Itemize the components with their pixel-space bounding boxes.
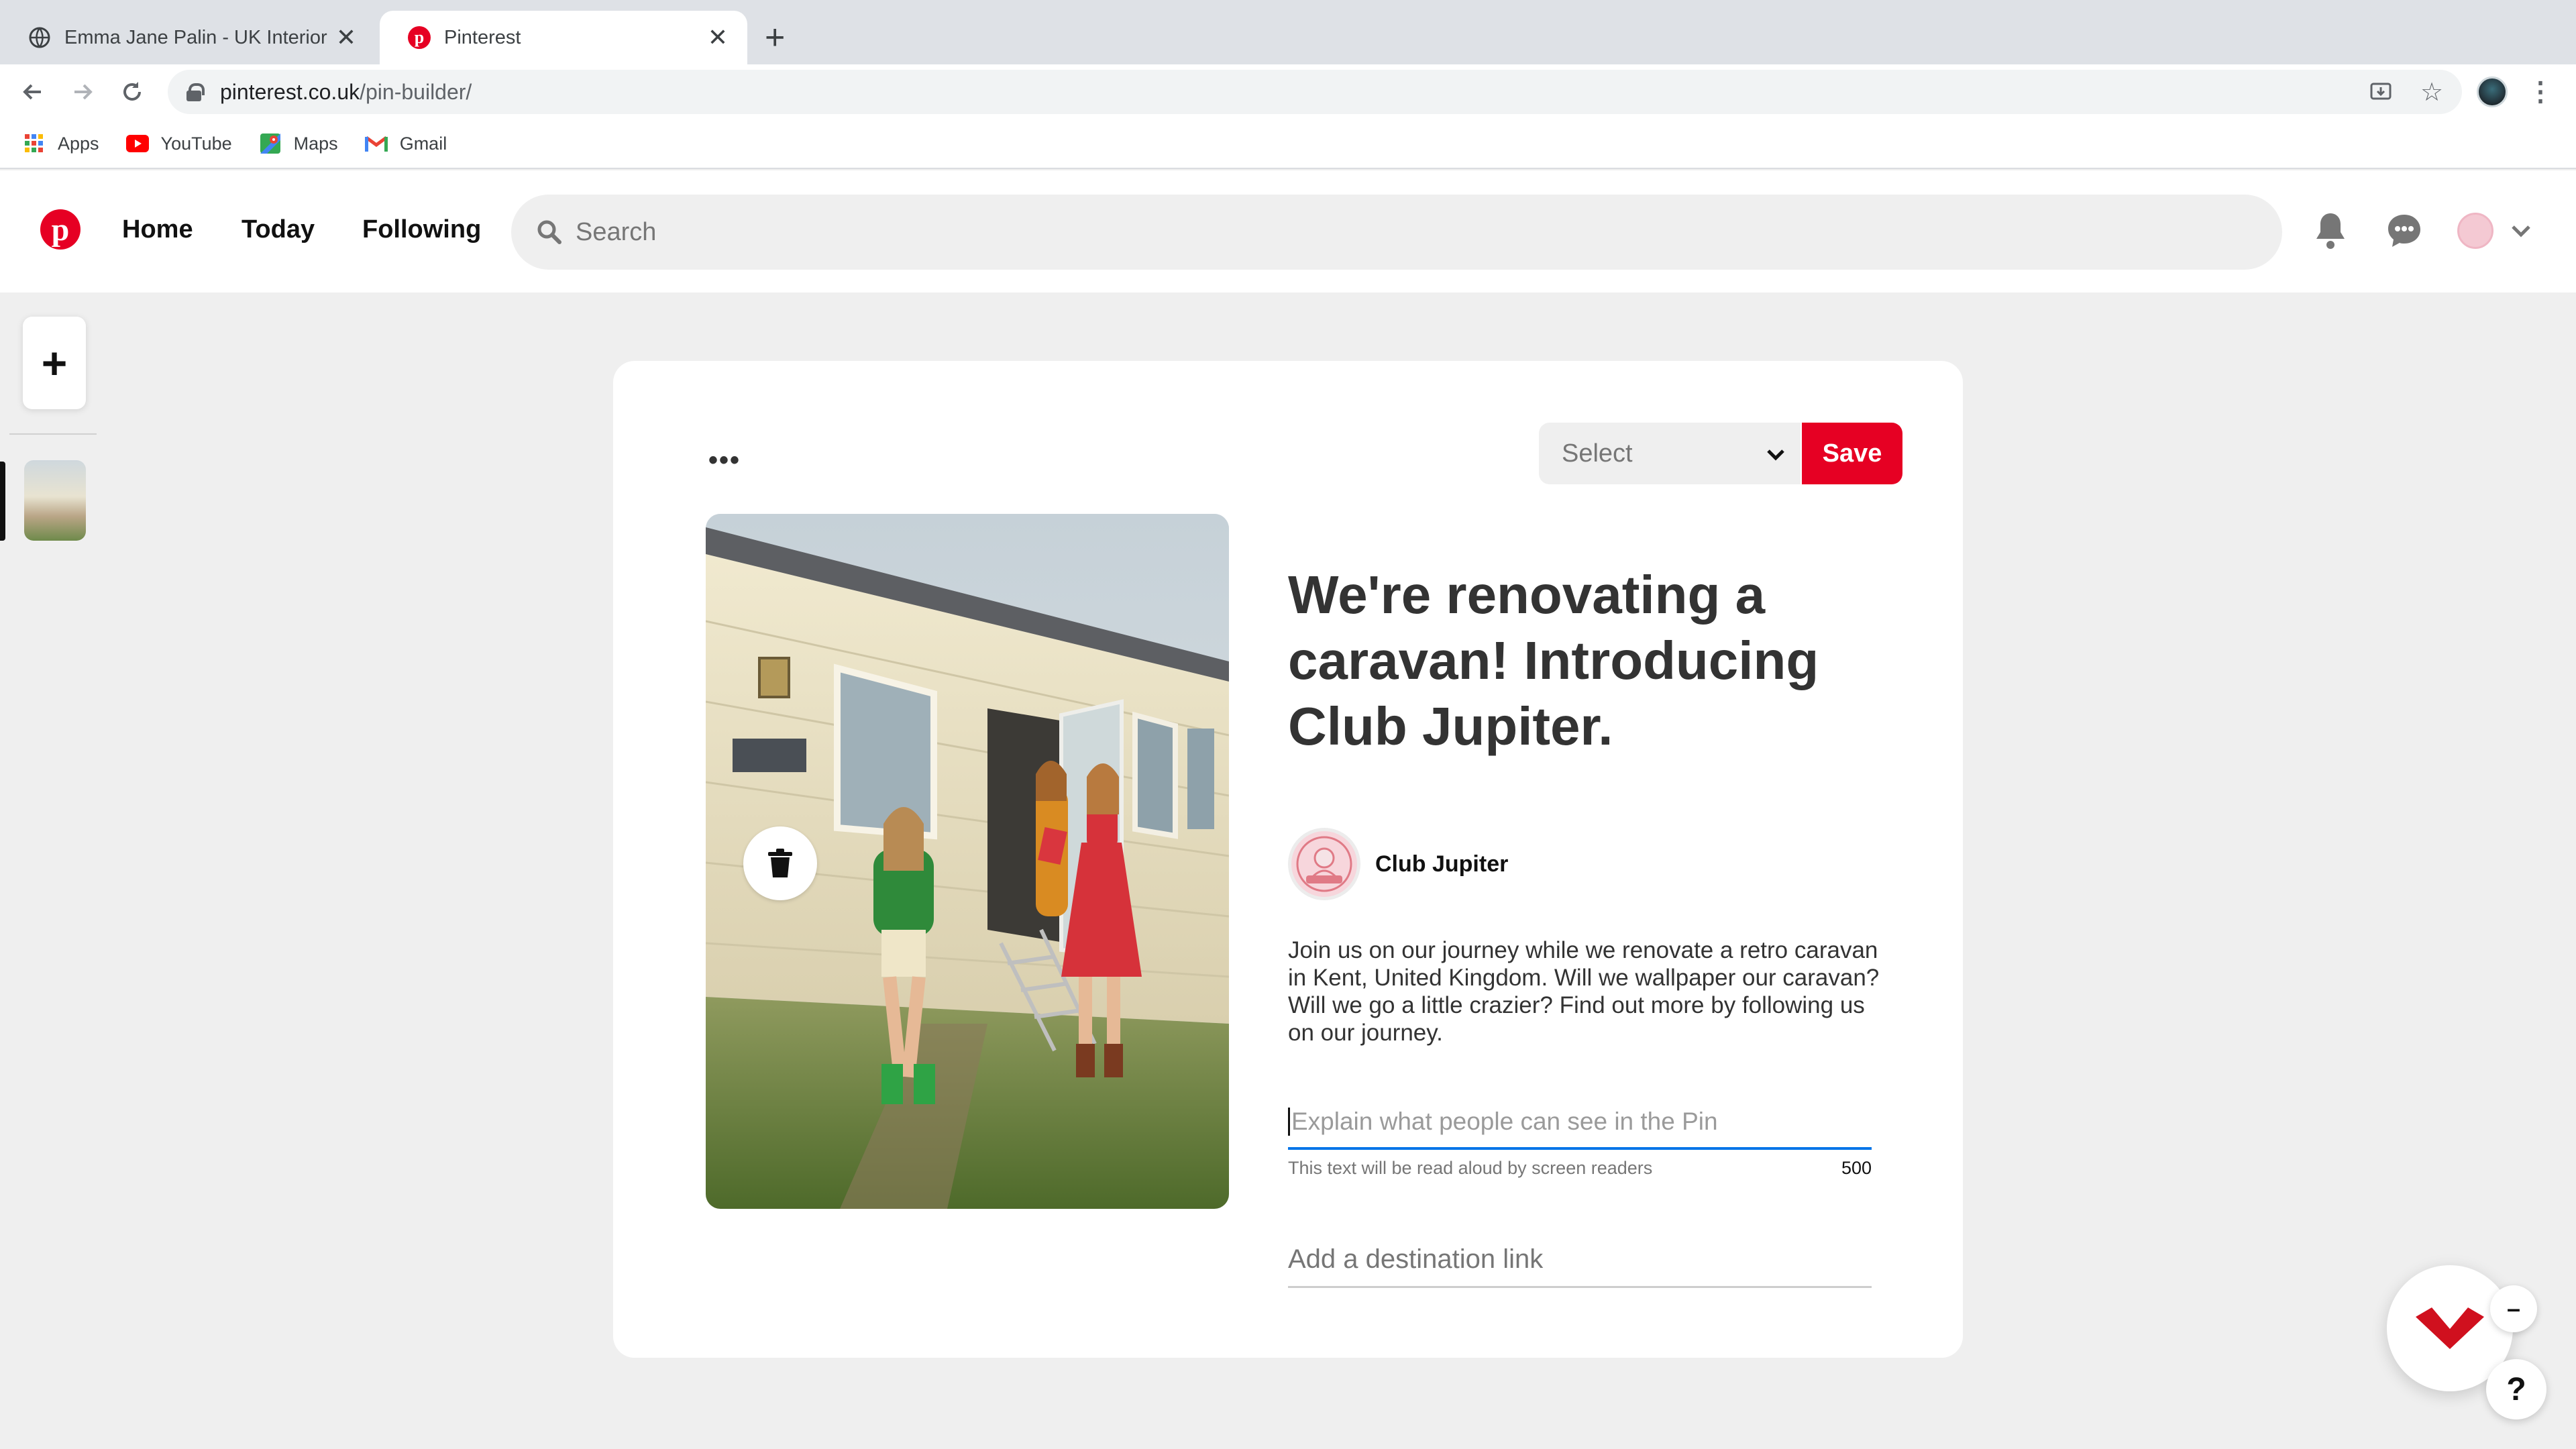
bookmark-maps[interactable]: Maps	[259, 132, 338, 155]
active-draft-indicator	[0, 462, 5, 541]
browser-menu-icon[interactable]: ⋮	[2524, 75, 2557, 109]
add-pin-button[interactable]: +	[23, 317, 86, 409]
pinterest-favicon-icon: p	[408, 26, 431, 49]
globe-icon	[28, 26, 51, 49]
maps-icon	[259, 132, 282, 155]
help-button[interactable]: ?	[2486, 1359, 2546, 1419]
alt-text-help: This text will be read aloud by screen r…	[1288, 1158, 1872, 1179]
nav-following[interactable]: Following	[362, 207, 481, 252]
tab-title: Emma Jane Palin - UK Interior	[64, 26, 327, 48]
apps-grid-icon	[23, 132, 46, 155]
bookmark-gmail[interactable]: Gmail	[364, 132, 447, 155]
red-chevron-logo-icon	[2416, 1307, 2484, 1349]
back-icon[interactable]	[16, 75, 50, 109]
chevron-down-icon	[1766, 443, 1786, 463]
browser-toolbar: pinterest.co.uk/pin-builder/ ☆ ⋮	[0, 64, 2576, 119]
bookmark-label: Maps	[293, 133, 338, 154]
draft-pin-thumbnail[interactable]	[24, 460, 86, 541]
address-bar[interactable]: pinterest.co.uk/pin-builder/	[168, 70, 2462, 114]
bookmark-youtube[interactable]: YouTube	[125, 132, 232, 155]
gmail-icon	[364, 132, 388, 155]
alt-text-placeholder: Explain what people can see in the Pin	[1291, 1108, 1718, 1135]
account-chevron-down-icon[interactable]	[2508, 207, 2534, 255]
bookmark-label: Gmail	[399, 133, 447, 154]
messages-icon[interactable]	[2380, 207, 2428, 255]
destination-link-input[interactable]: Add a destination link	[1288, 1233, 1872, 1288]
rail-divider	[9, 433, 97, 435]
profile-avatar-icon[interactable]	[2475, 75, 2509, 109]
bookmark-star-icon[interactable]: ☆	[2415, 75, 2449, 109]
pin-builder-card: ••• Select Save We're renovating a carav…	[613, 361, 1963, 1358]
url-host: pinterest.co.uk	[220, 79, 360, 104]
tab-emma-jane-palin[interactable]: Emma Jane Palin - UK Interior ✕	[0, 11, 376, 64]
text-cursor	[1288, 1108, 1290, 1136]
author-avatar	[1288, 828, 1360, 900]
alt-text-input[interactable]: Explain what people can see in the Pin	[1288, 1096, 1872, 1150]
reload-icon[interactable]	[115, 75, 149, 109]
alt-text-char-count: 500	[1841, 1158, 1872, 1178]
pin-author[interactable]: Club Jupiter	[1288, 828, 1508, 900]
notifications-bell-icon[interactable]	[2306, 207, 2355, 255]
board-select[interactable]: Select	[1539, 423, 1801, 484]
user-avatar[interactable]	[2451, 207, 2500, 255]
destination-link-placeholder: Add a destination link	[1288, 1244, 1544, 1274]
nav-today[interactable]: Today	[241, 207, 315, 252]
forward-icon[interactable]	[66, 75, 99, 109]
bookmark-label: Apps	[58, 133, 99, 154]
board-select-value: Select	[1562, 439, 1633, 468]
url-path: /pin-builder/	[360, 79, 472, 104]
tab-title: Pinterest	[444, 26, 521, 48]
alt-text-help-label: This text will be read aloud by screen r…	[1288, 1158, 1653, 1178]
tab-pinterest[interactable]: p Pinterest ✕	[380, 11, 747, 64]
save-button[interactable]: Save	[1802, 423, 1902, 484]
bookmarks-bar: Apps YouTube Maps Gmail	[0, 119, 2576, 169]
pin-title[interactable]: We're renovating a caravan! Introducing …	[1288, 562, 1892, 759]
pinterest-header: p Home Today Following Search	[0, 170, 2576, 292]
close-tab-icon[interactable]: ✕	[704, 23, 731, 52]
author-name: Club Jupiter	[1375, 851, 1509, 877]
pinterest-logo-icon[interactable]: p	[40, 209, 80, 250]
browser-tabstrip: Emma Jane Palin - UK Interior ✕ p Pinter…	[0, 0, 2576, 64]
search-icon	[535, 218, 564, 246]
close-tab-icon[interactable]: ✕	[333, 23, 360, 52]
nav-home[interactable]: Home	[122, 207, 193, 252]
new-tab-icon[interactable]: +	[765, 19, 785, 56]
widget-minimize-icon[interactable]: –	[2490, 1285, 2537, 1332]
trash-icon	[768, 849, 792, 877]
youtube-icon	[125, 132, 149, 155]
bookmark-label: YouTube	[160, 133, 232, 154]
lock-icon	[186, 83, 205, 101]
bookmark-apps[interactable]: Apps	[23, 132, 99, 155]
delete-image-button[interactable]	[743, 826, 817, 900]
pin-description[interactable]: Join us on our journey while we renovate…	[1288, 936, 1892, 1046]
search-input[interactable]: Search	[511, 195, 2282, 270]
install-app-icon[interactable]	[2364, 75, 2398, 109]
more-options-icon[interactable]: •••	[708, 445, 741, 476]
search-placeholder: Search	[576, 217, 657, 246]
pin-image	[706, 514, 1229, 1209]
